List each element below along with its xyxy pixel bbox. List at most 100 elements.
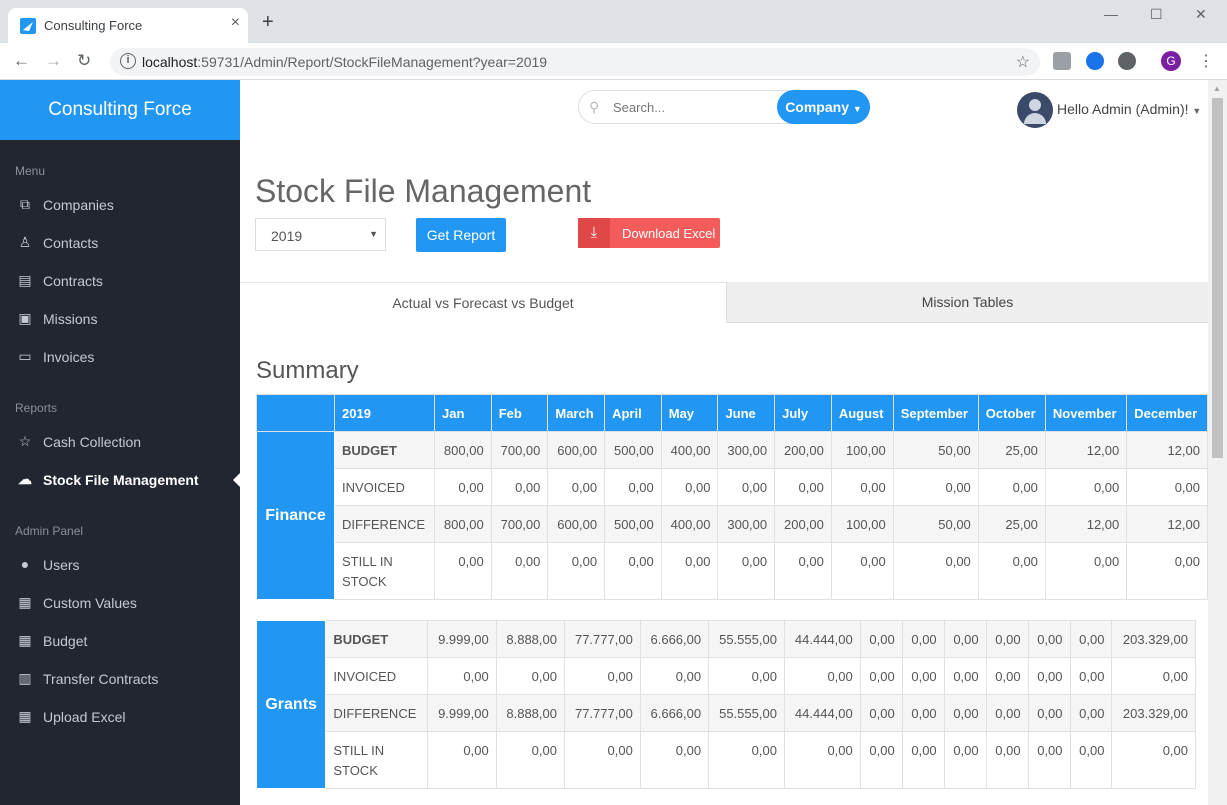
table-cell: 0,00: [892, 468, 979, 506]
menu-dots-icon[interactable]: ⋮: [1198, 51, 1214, 71]
close-window-icon[interactable]: ✕: [1195, 6, 1207, 23]
table-row: DIFFERENCE 800,00 700,00 600,00 500,00 400,00…: [257, 505, 1208, 543]
table-cell: 0,00: [783, 731, 861, 789]
table-cell: 700,00: [490, 505, 549, 543]
sidebar-item-invoices[interactable]: ▭ Invoices: [0, 342, 240, 372]
table-cell: 0,00: [830, 542, 894, 600]
table-cell: 800,00: [434, 505, 492, 543]
sidebar-item-custom-values[interactable]: ▦ Custom Values: [0, 588, 240, 618]
sidebar-item-transfer-contracts[interactable]: ▥ Transfer Contracts: [0, 664, 240, 694]
tab-close-icon[interactable]: ×: [231, 14, 240, 32]
tab-mission-tables[interactable]: Mission Tables: [727, 282, 1208, 323]
reload-icon[interactable]: ↻: [77, 51, 91, 71]
table-cell: 0,00: [901, 694, 945, 732]
extension-bug-icon[interactable]: [1086, 52, 1104, 70]
table-cell: 0,00: [830, 468, 894, 506]
browser-tab[interactable]: Consulting Force ×: [8, 8, 248, 43]
header-month: April: [604, 394, 662, 432]
contracts-icon: ▤: [18, 272, 32, 288]
user-menu[interactable]: Hello Admin (Admin)! ▼: [1057, 101, 1201, 117]
info-icon[interactable]: i: [120, 53, 136, 69]
sidebar-item-missions[interactable]: ▣ Missions: [0, 304, 240, 334]
table-cell: 0,00: [859, 620, 903, 658]
avatar[interactable]: [1017, 92, 1053, 128]
year-select[interactable]: 2019 ▼: [255, 218, 386, 251]
table-cell: 0,00: [1069, 694, 1113, 732]
sidebar-item-users[interactable]: ● Users: [0, 550, 240, 580]
table-cell: 6.666,00: [639, 694, 710, 732]
sidebar-item-label: Invoices: [43, 349, 95, 365]
select-arrow-icon: ▼: [369, 229, 378, 239]
row-label-line: STOCK: [342, 574, 387, 589]
table-cell: 0,00: [901, 620, 945, 658]
page-scrollbar[interactable]: ▲: [1208, 80, 1227, 805]
extension-bolt-icon[interactable]: [1118, 52, 1136, 70]
search-input[interactable]: [613, 97, 773, 117]
table-cell: 0,00: [427, 657, 497, 695]
maximize-icon[interactable]: ☐: [1150, 6, 1163, 23]
back-icon[interactable]: ←: [13, 51, 30, 71]
caret-down-icon: ▼: [1192, 106, 1202, 116]
table-cell: 0,00: [943, 620, 987, 658]
download-excel-button[interactable]: ⤓ Download Excel: [578, 218, 720, 248]
table-cell: 0,00: [1126, 542, 1208, 600]
user-icon: ●: [20, 556, 30, 572]
company-dropdown-button[interactable]: Company ▼: [777, 90, 870, 124]
header-month: June: [717, 394, 776, 432]
table-cell: 0,00: [985, 657, 1029, 695]
url-path: :59731/Admin/Report/StockFileManagement?…: [197, 54, 548, 70]
cloud-upload-icon: ☁: [18, 471, 32, 487]
sidebar-item-contacts[interactable]: ♙ Contacts: [0, 228, 240, 258]
forward-icon[interactable]: →: [45, 51, 62, 71]
table-cell: 0,00: [943, 694, 987, 732]
sidebar-item-stock-file-management[interactable]: ☁ Stock File Management: [0, 465, 240, 495]
extension-camera-icon[interactable]: [1053, 52, 1071, 70]
table-row: INVOICED 0,00 0,00 0,00 0,00 0,00 0,00 0,00 0,00…: [257, 657, 1196, 695]
finance-group-label: Finance: [256, 431, 335, 600]
url-field[interactable]: i localhost:59731/Admin/Report/StockFile…: [110, 48, 1040, 76]
header-blank: [256, 394, 335, 432]
table-cell: 0,00: [1111, 657, 1196, 695]
table-cell: 55.555,00: [708, 620, 785, 658]
sidebar-item-label: Stock File Management: [43, 472, 199, 488]
table-cell: 0,00: [495, 657, 565, 695]
table-cell: 300,00: [717, 505, 776, 543]
table-cell: 0,00: [490, 468, 549, 506]
sidebar-item-budget[interactable]: ▦ Budget: [0, 626, 240, 656]
table-cell: 0,00: [943, 657, 987, 695]
brand-title[interactable]: Consulting Force: [0, 80, 240, 140]
table-cell: 800,00: [434, 431, 492, 469]
invoices-icon: ▭: [18, 348, 32, 364]
row-label: STILL IN STOCK: [325, 731, 429, 789]
table-cell: 0,00: [1111, 731, 1196, 789]
get-report-button[interactable]: Get Report: [416, 218, 506, 252]
company-button-label: Company: [785, 99, 849, 115]
caret-down-icon: ▼: [852, 104, 862, 114]
profile-avatar[interactable]: G: [1161, 51, 1181, 71]
table-cell: 25,00: [977, 431, 1046, 469]
table-header-row: 2019 Jan Feb March April May June July A…: [256, 394, 1208, 432]
page-title: Stock File Management: [255, 173, 592, 209]
sidebar-item-upload-excel[interactable]: ▦ Upload Excel: [0, 702, 240, 732]
sidebar: Consulting Force Menu ⧉ Companies ♙ Cont…: [0, 80, 240, 805]
sidebar-item-contracts[interactable]: ▤ Contracts: [0, 266, 240, 296]
address-bar: ← → ↻ i localhost:59731/Admin/Report/Sto…: [0, 43, 1227, 80]
table-cell: 100,00: [830, 431, 894, 469]
tab-actual-vs-forecast[interactable]: Actual vs Forecast vs Budget: [240, 282, 727, 323]
table-cell: 0,00: [547, 542, 606, 600]
favicon-icon: [20, 18, 36, 34]
table-cell: 500,00: [604, 505, 662, 543]
table-cell: 400,00: [660, 505, 719, 543]
table-cell: 0,00: [985, 694, 1029, 732]
sidebar-item-cash-collection[interactable]: ☆ Cash Collection: [0, 427, 240, 457]
minimize-icon[interactable]: —: [1104, 6, 1118, 22]
sidebar-item-companies[interactable]: ⧉ Companies: [0, 190, 240, 220]
download-icon: ⤓: [578, 218, 610, 248]
search-icon: ⚲: [589, 99, 600, 115]
sidebar-item-label: Custom Values: [43, 595, 137, 611]
table-cell: 8.888,00: [495, 694, 565, 732]
new-tab-button[interactable]: +: [262, 12, 274, 32]
star-icon[interactable]: ☆: [1016, 52, 1030, 72]
scroll-thumb[interactable]: [1212, 98, 1223, 458]
scroll-up-icon[interactable]: ▲: [1213, 84, 1221, 93]
